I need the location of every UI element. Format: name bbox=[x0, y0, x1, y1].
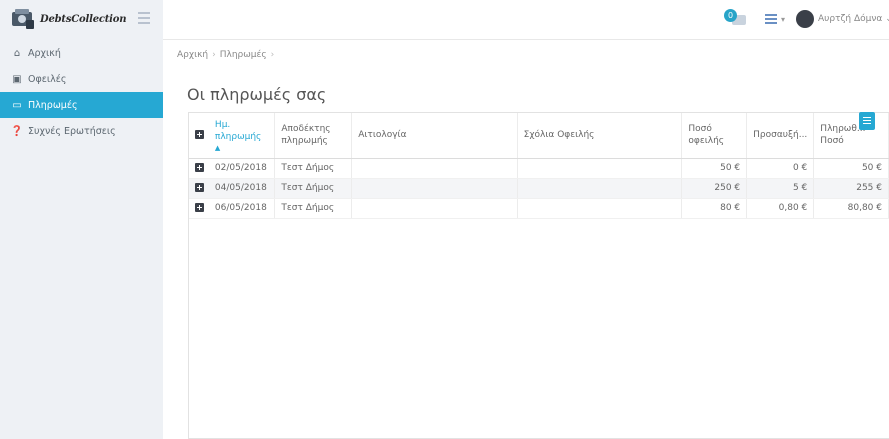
column-header-recipient[interactable]: Αποδέκτης πληρωμής bbox=[274, 113, 353, 159]
column-header-debt-amount[interactable]: Ποσό οφειλής bbox=[681, 113, 748, 159]
sort-ascending-icon: ▲ bbox=[214, 143, 221, 152]
cell-recipient: Τεστ Δήμος bbox=[274, 178, 353, 199]
expand-row-cell[interactable] bbox=[189, 198, 209, 219]
breadcrumb: Αρχική › Πληρωμές › bbox=[177, 50, 275, 60]
avatar[interactable] bbox=[796, 10, 814, 28]
expand-row-cell[interactable] bbox=[189, 158, 209, 179]
logo-icon bbox=[12, 9, 34, 29]
sidebar-item-payments[interactable]: ▭ Πληρωμές bbox=[0, 92, 173, 118]
column-header-reason[interactable]: Αιτιολογία bbox=[351, 113, 518, 159]
sidebar-item-faq[interactable]: ❓ Συχνές Ερωτήσεις bbox=[0, 118, 163, 144]
column-header-surcharge[interactable]: Προσαυξή... bbox=[746, 113, 815, 159]
money-icon: ▣ bbox=[12, 73, 22, 85]
cell-reason bbox=[351, 158, 518, 179]
plus-icon[interactable] bbox=[195, 130, 204, 140]
menu-toggle-icon[interactable] bbox=[138, 12, 150, 24]
column-header-label: Προσαυξή... bbox=[753, 130, 808, 141]
plus-icon[interactable] bbox=[195, 183, 204, 192]
cell-debt-amount: 80 € bbox=[681, 198, 748, 219]
brand-name: DebtsCollection bbox=[40, 14, 127, 25]
column-header-label: Πληρωθ... Ποσό bbox=[820, 124, 866, 147]
cell-surcharge: 0 € bbox=[746, 158, 815, 179]
cell-recipient: Τεστ Δήμος bbox=[274, 158, 353, 179]
cell-debt-amount: 50 € bbox=[681, 158, 748, 179]
notifications-badge: 0 bbox=[724, 9, 737, 22]
page-title: Οι πληρωμές σας bbox=[187, 85, 327, 104]
sidebar-item-label: Αρχική bbox=[28, 47, 61, 59]
chevron-down-icon: ▾ bbox=[781, 15, 786, 24]
cell-reason bbox=[351, 198, 518, 219]
cell-reason bbox=[351, 178, 518, 199]
breadcrumb-home[interactable]: Αρχική bbox=[177, 50, 208, 60]
sidebar-item-label: Οφειλές bbox=[28, 73, 67, 85]
menu-lines-icon bbox=[863, 117, 871, 118]
cell-surcharge: 5 € bbox=[746, 178, 815, 199]
cell-paid-amount: 50 € bbox=[813, 158, 889, 179]
top-bar: DebtsCollection 0 ▾ Αυρτζή Δόμνα ⌄ bbox=[0, 0, 889, 40]
column-header-label: Αιτιολογία bbox=[358, 130, 407, 141]
question-circle-icon: ❓ bbox=[10, 125, 24, 137]
column-header-date[interactable]: Ημ. πληρωμής ▲ bbox=[208, 113, 276, 159]
main-content: Αρχική › Πληρωμές › Οι πληρωμές σας Ημ. πλη… bbox=[163, 40, 889, 439]
tasks-menu-button[interactable]: ▾ bbox=[765, 14, 785, 26]
column-header-label: Ημ. πληρωμής bbox=[214, 119, 262, 142]
column-header-label: Ποσό οφειλής bbox=[688, 124, 725, 147]
breadcrumb-current[interactable]: Πληρωμές bbox=[220, 50, 267, 60]
credit-card-icon: ▭ bbox=[12, 99, 22, 111]
payments-table: Ημ. πληρωμής ▲ Αποδέκτης πληρωμής Αιτιολ… bbox=[188, 112, 889, 439]
notifications-button[interactable]: 0 bbox=[724, 9, 746, 29]
user-name: Αυρτζή Δόμνα bbox=[818, 14, 883, 24]
sidebar-item-debts[interactable]: ▣ Οφειλές bbox=[0, 66, 163, 92]
home-icon: ⌂ bbox=[13, 47, 21, 59]
plus-icon[interactable] bbox=[195, 203, 204, 212]
table-header-row: Ημ. πληρωμής ▲ Αποδέκτης πληρωμής Αιτιολ… bbox=[189, 113, 889, 159]
column-header-label: Σχόλια Οφειλής bbox=[523, 130, 595, 141]
column-header-comments[interactable]: Σχόλια Οφειλής bbox=[517, 113, 683, 159]
table-row[interactable]: 04/05/2018 Τεστ Δήμος 250 € 5 € 255 € bbox=[189, 178, 889, 199]
table-row[interactable]: 02/05/2018 Τεστ Δήμος 50 € 0 € 50 € bbox=[189, 158, 889, 179]
cell-comments bbox=[517, 198, 683, 219]
cell-date: 06/05/2018 bbox=[208, 198, 276, 219]
cell-paid-amount: 80,80 € bbox=[813, 198, 889, 219]
sidebar-item-label: Συχνές Ερωτήσεις bbox=[28, 125, 116, 137]
cell-recipient: Τεστ Δήμος bbox=[274, 198, 353, 219]
column-header-paid-amount[interactable]: Πληρωθ... Ποσό bbox=[813, 113, 889, 159]
cell-date: 02/05/2018 bbox=[208, 158, 276, 179]
expand-row-cell[interactable] bbox=[189, 178, 209, 199]
user-menu-caret: ⌄ bbox=[885, 14, 889, 24]
column-header-label: Αποδέκτης πληρωμής bbox=[281, 124, 331, 147]
cell-paid-amount: 255 € bbox=[813, 178, 889, 199]
sidebar-item-home[interactable]: ⌂ Αρχική bbox=[0, 40, 163, 66]
plus-icon[interactable] bbox=[195, 163, 204, 172]
column-chooser-button[interactable] bbox=[859, 112, 875, 130]
expand-all-cell[interactable] bbox=[189, 113, 209, 159]
table-row[interactable]: 06/05/2018 Τεστ Δήμος 80 € 0,80 € 80,80 … bbox=[189, 198, 889, 219]
cell-date: 04/05/2018 bbox=[208, 178, 276, 199]
cell-surcharge: 0,80 € bbox=[746, 198, 815, 219]
cell-debt-amount: 250 € bbox=[681, 178, 748, 199]
sidebar-item-label: Πληρωμές bbox=[28, 99, 78, 111]
cell-comments bbox=[517, 178, 683, 199]
list-icon bbox=[765, 14, 777, 16]
user-menu[interactable]: Αυρτζή Δόμνα ⌄ bbox=[818, 14, 889, 24]
sidebar: ⌂ Αρχική ▣ Οφειλές ▭ Πληρωμές ❓ Συχνές Ε… bbox=[0, 40, 173, 439]
brand[interactable]: DebtsCollection bbox=[0, 0, 163, 40]
cell-comments bbox=[517, 158, 683, 179]
